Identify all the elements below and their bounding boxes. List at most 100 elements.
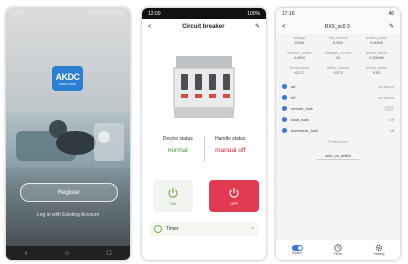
metric-value: 0.00W	[293, 56, 305, 60]
datapoint-row[interactable]: remote_lock	[276, 103, 400, 114]
logo-text: AKDC	[55, 71, 81, 82]
status-time: 12:00	[148, 10, 161, 17]
bottom-tab-bar: Switch Timer Setting	[276, 240, 400, 260]
gear-icon	[375, 244, 383, 252]
device-status-label: Device status	[162, 136, 193, 142]
timer-label: Timer	[166, 226, 179, 232]
datapoint-value: no alarm	[378, 84, 394, 89]
device-detail-screen: 17:16 46 < RXX_sc0 3 ✎ Voltage 220W Volt_…	[276, 8, 400, 260]
circuit-breaker-screen: 12:00 100% < Circuit breaker ✎ Device st…	[142, 8, 266, 260]
metric-cell: Temperature +22°C	[280, 66, 319, 75]
metric-key: active_current	[326, 66, 350, 70]
datapoint-name: remote_lock	[291, 106, 313, 111]
app-logo: AKDC SMART HOME	[52, 66, 83, 91]
datapoint-row[interactable]: local_lock off	[276, 114, 400, 125]
protect-level-select[interactable]: Protect level auto_on_select	[276, 140, 400, 162]
power-icon	[168, 187, 178, 198]
metric-key: leakage_current	[325, 51, 351, 55]
header: < RXX_sc0 3 ✎	[276, 19, 400, 34]
metric-value: +22°C	[293, 71, 305, 75]
power-icon	[229, 187, 239, 198]
metric-value: 0.00kW	[370, 41, 384, 45]
tab-switch[interactable]: Switch	[291, 245, 303, 255]
datapoint-icon	[282, 117, 287, 122]
nav-home-icon[interactable]: ○	[65, 250, 69, 257]
status-panel: Device status normal Handle status manua…	[152, 136, 256, 162]
page-title: RXX_sc0 3	[324, 23, 350, 30]
metric-cell: reactive_power 0.00W	[280, 51, 319, 60]
remote-lock-toggle[interactable]	[384, 106, 394, 111]
edit-icon[interactable]: ✎	[389, 23, 394, 30]
tab-timer[interactable]: Timer	[333, 244, 343, 256]
timer-icon	[154, 225, 162, 233]
on-label: ON	[170, 200, 176, 206]
clock-icon	[334, 244, 342, 252]
datapoint-icon	[282, 106, 287, 111]
logo-subtext: SMART HOME	[59, 82, 76, 86]
datapoint-name: overhaule_lock	[291, 128, 318, 133]
datapoint-icon	[282, 95, 287, 100]
tab-label: Switch	[291, 251, 303, 255]
datapoint-name: a/t	[291, 84, 296, 89]
metric-value: +22°C	[332, 71, 344, 75]
page-title: Circuit breaker	[182, 23, 225, 30]
device-status-value: normal	[167, 147, 188, 154]
tab-setting[interactable]: Setting	[373, 244, 385, 256]
status-indicators: 46	[388, 10, 394, 17]
timer-row[interactable]: Timer >	[150, 222, 258, 236]
metric-value: 220W	[294, 41, 305, 45]
on-button[interactable]: ON	[153, 180, 193, 212]
metric-key: Voltage	[293, 36, 306, 40]
header: < Circuit breaker ✎	[142, 19, 266, 34]
datapoint-value: off	[389, 117, 394, 122]
metric-cell: power_factor 0.00	[357, 66, 396, 75]
login-screen: 12:00 5G 100% 12:00 AKDC SMART HOME Regi…	[6, 8, 130, 260]
back-icon[interactable]: <	[148, 24, 152, 30]
metrics-grid: Voltage 220W Volt_current 0.00A active_pow…	[276, 34, 400, 77]
select-label: Protect level	[328, 140, 348, 144]
tab-label: Timer	[333, 252, 343, 256]
status-bar: 12:00 100%	[142, 8, 266, 19]
switch-icon	[291, 245, 303, 251]
chevron-right-icon: >	[251, 226, 254, 232]
tab-label: Setting	[373, 252, 385, 256]
datapoint-icon	[282, 128, 287, 133]
background-photo	[6, 113, 130, 168]
datapoint-row[interactable]: h/t no alarm	[276, 92, 400, 103]
metric-value: 0.00	[372, 71, 381, 75]
metric-cell: leakage_current 0A	[319, 51, 358, 60]
metric-key: Volt_current	[328, 36, 348, 40]
off-button[interactable]: OFF	[209, 180, 259, 212]
metric-value: 0A	[335, 56, 341, 60]
datapoint-row[interactable]: a/t no alarm	[276, 81, 400, 92]
status-indicators: 100%	[247, 10, 260, 17]
status-indicators: 5G 100% 12:00	[89, 10, 124, 17]
metric-cell: Volt_current 0.00A	[319, 36, 358, 45]
datapoint-value: no alarm	[378, 95, 394, 100]
nav-recents-icon[interactable]: □	[107, 250, 111, 257]
metric-cell: active_power 0.00kW	[357, 36, 396, 45]
status-time: 12:00	[12, 10, 25, 17]
status-bar: 12:00 5G 100% 12:00	[6, 8, 130, 19]
datapoint-name: h/t	[291, 95, 296, 100]
metric-key: power_factor	[366, 66, 388, 70]
status-bar: 17:16 46	[276, 8, 400, 19]
nav-back-icon[interactable]: ‹	[25, 250, 27, 257]
back-icon[interactable]: <	[282, 24, 286, 30]
datapoint-icon	[282, 84, 287, 89]
metric-value: 0.00A	[333, 41, 343, 45]
login-link[interactable]: Log in with Existing Account	[6, 212, 130, 218]
edit-icon[interactable]: ✎	[255, 23, 260, 30]
datapoint-name: local_lock	[291, 117, 309, 122]
handle-status-value: manual off	[215, 147, 246, 154]
select-value: auto_on_select	[317, 154, 359, 160]
circuit-breaker-image	[173, 56, 235, 118]
register-button[interactable]: Register	[20, 183, 118, 202]
handle-status-label: Handle status	[214, 136, 246, 142]
metric-value: 0.00kWh	[369, 56, 385, 60]
metric-key: power_factor	[366, 51, 388, 55]
datapoint-row[interactable]: overhaule_lock off	[276, 125, 400, 136]
metric-cell: active_current +22°C	[319, 66, 358, 75]
status-time: 17:16	[282, 10, 295, 17]
metric-key: active_power	[366, 36, 388, 40]
